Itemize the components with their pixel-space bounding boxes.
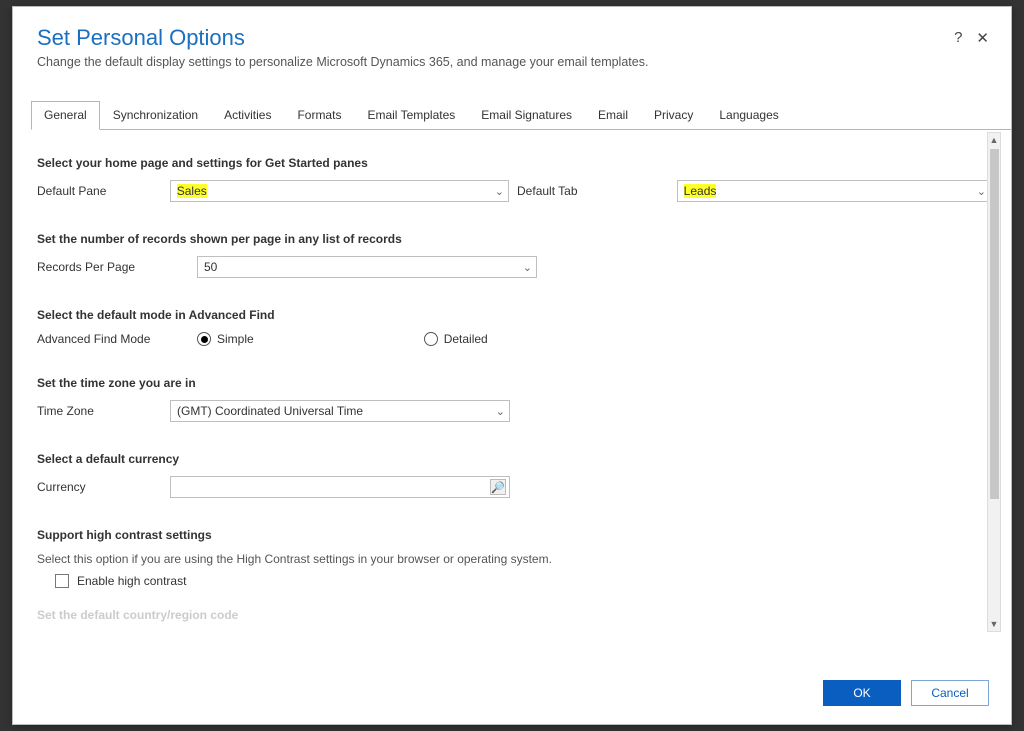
- close-icon[interactable]: ✕: [976, 29, 989, 47]
- records-per-page-value: 50: [204, 260, 217, 274]
- radio-icon: [424, 332, 438, 346]
- tab-email-signatures[interactable]: Email Signatures: [468, 101, 585, 130]
- radio-detailed[interactable]: Detailed: [424, 332, 488, 346]
- dialog-subtitle: Change the default display settings to p…: [37, 55, 987, 69]
- tab-activities[interactable]: Activities: [211, 101, 284, 130]
- section-country-code-title: Set the default country/region code: [37, 608, 297, 622]
- dialog-footer: OK Cancel: [13, 670, 1011, 724]
- default-pane-label: Default Pane: [37, 184, 170, 198]
- tab-email[interactable]: Email: [585, 101, 641, 130]
- tab-privacy[interactable]: Privacy: [641, 101, 706, 130]
- advanced-find-mode-label: Advanced Find Mode: [37, 332, 197, 346]
- checkbox-box-icon: [55, 574, 69, 588]
- scroll-up-arrow-icon[interactable]: ▲: [988, 133, 1000, 147]
- radio-simple-label: Simple: [217, 332, 254, 346]
- radio-icon: [197, 332, 211, 346]
- ok-button[interactable]: OK: [823, 680, 901, 706]
- lookup-icon[interactable]: 🔎: [490, 479, 506, 495]
- timezone-value: (GMT) Coordinated Universal Time: [177, 404, 363, 418]
- chevron-down-icon: ⌄: [523, 261, 532, 274]
- enable-high-contrast-checkbox[interactable]: Enable high contrast: [55, 574, 991, 588]
- tab-general[interactable]: General: [31, 101, 100, 130]
- records-per-page-label: Records Per Page: [37, 260, 197, 274]
- radio-detailed-label: Detailed: [444, 332, 488, 346]
- section-high-contrast-title: Support high contrast settings: [37, 528, 991, 542]
- scroll-down-arrow-icon[interactable]: ▼: [988, 617, 1000, 631]
- section-currency-title: Select a default currency: [37, 452, 991, 466]
- scroll-thumb[interactable]: [990, 149, 999, 499]
- default-tab-select[interactable]: Leads ⌄: [677, 180, 991, 202]
- default-pane-value: Sales: [177, 184, 207, 198]
- default-tab-value: Leads: [684, 184, 717, 198]
- dialog-header: Set Personal Options Change the default …: [13, 7, 1011, 73]
- tab-synchronization[interactable]: Synchronization: [100, 101, 211, 130]
- section-high-contrast-desc: Select this option if you are using the …: [37, 552, 991, 566]
- tab-strip: General Synchronization Activities Forma…: [31, 101, 1011, 130]
- chevron-down-icon: ⌄: [495, 185, 504, 198]
- cancel-button[interactable]: Cancel: [911, 680, 989, 706]
- tab-languages[interactable]: Languages: [706, 101, 791, 130]
- section-homepage-title: Select your home page and settings for G…: [37, 156, 991, 170]
- section-records-title: Set the number of records shown per page…: [37, 232, 991, 246]
- section-timezone-title: Set the time zone you are in: [37, 376, 991, 390]
- currency-label: Currency: [37, 480, 170, 494]
- tab-email-templates[interactable]: Email Templates: [354, 101, 468, 130]
- chevron-down-icon: ⌄: [977, 185, 986, 198]
- help-icon[interactable]: ?: [954, 29, 962, 47]
- dialog-title: Set Personal Options: [37, 25, 987, 51]
- radio-simple[interactable]: Simple: [197, 332, 254, 346]
- timezone-label: Time Zone: [37, 404, 170, 418]
- timezone-select[interactable]: (GMT) Coordinated Universal Time ⌄: [170, 400, 510, 422]
- vertical-scrollbar[interactable]: ▲ ▼: [987, 132, 1001, 632]
- dialog-body: Select your home page and settings for G…: [31, 130, 1003, 660]
- default-tab-label: Default Tab: [517, 184, 669, 198]
- default-pane-select[interactable]: Sales ⌄: [170, 180, 509, 202]
- enable-high-contrast-label: Enable high contrast: [77, 574, 186, 588]
- currency-lookup[interactable]: 🔎: [170, 476, 510, 498]
- records-per-page-select[interactable]: 50 ⌄: [197, 256, 537, 278]
- tab-formats[interactable]: Formats: [284, 101, 354, 130]
- personal-options-dialog: Set Personal Options Change the default …: [12, 6, 1012, 725]
- section-advanced-find-title: Select the default mode in Advanced Find: [37, 308, 991, 322]
- chevron-down-icon: ⌄: [496, 405, 505, 418]
